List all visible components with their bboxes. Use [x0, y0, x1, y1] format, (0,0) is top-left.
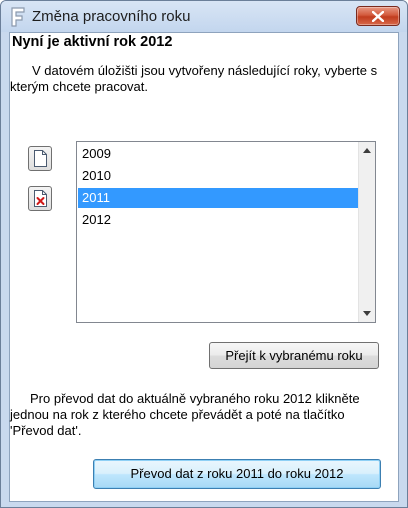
new-document-icon — [34, 150, 47, 167]
transfer-data-button[interactable]: Převod dat z roku 2011 do roku 2012 — [93, 459, 381, 489]
vertical-scrollbar[interactable] — [358, 142, 375, 322]
close-icon — [372, 11, 384, 22]
years-listbox[interactable]: 2009 2010 2011 2012 — [76, 141, 376, 323]
arrow-down-icon — [363, 311, 371, 316]
window-title: Změna pracovního roku — [32, 8, 191, 25]
active-year-heading: Nyní je aktivní rok 2012 — [12, 34, 173, 50]
title-bar[interactable]: Změna pracovního roku — [1, 1, 407, 32]
scroll-down-button[interactable] — [359, 305, 375, 322]
scroll-up-button[interactable] — [359, 142, 375, 159]
year-list-item[interactable]: 2011 — [78, 188, 358, 208]
delete-document-icon — [34, 190, 47, 207]
year-list-item[interactable]: 2010 — [78, 166, 358, 186]
new-year-button[interactable] — [28, 146, 52, 171]
app-f-icon — [11, 7, 25, 27]
info-text: V datovém úložišti jsou vytvořeny násled… — [10, 63, 378, 94]
delete-year-button[interactable] — [28, 186, 52, 211]
arrow-up-icon — [363, 148, 371, 153]
go-to-year-button[interactable]: Přejít k vybranému roku — [209, 342, 379, 369]
year-list-item[interactable]: 2012 — [78, 210, 358, 230]
dialog-window: Změna pracovního roku Nyní je aktivní ro… — [0, 0, 408, 508]
close-button[interactable] — [356, 6, 400, 26]
transfer-instructions: Pro převod dat do aktuálně vybraného rok… — [10, 391, 360, 438]
year-list-item[interactable]: 2009 — [78, 144, 358, 164]
